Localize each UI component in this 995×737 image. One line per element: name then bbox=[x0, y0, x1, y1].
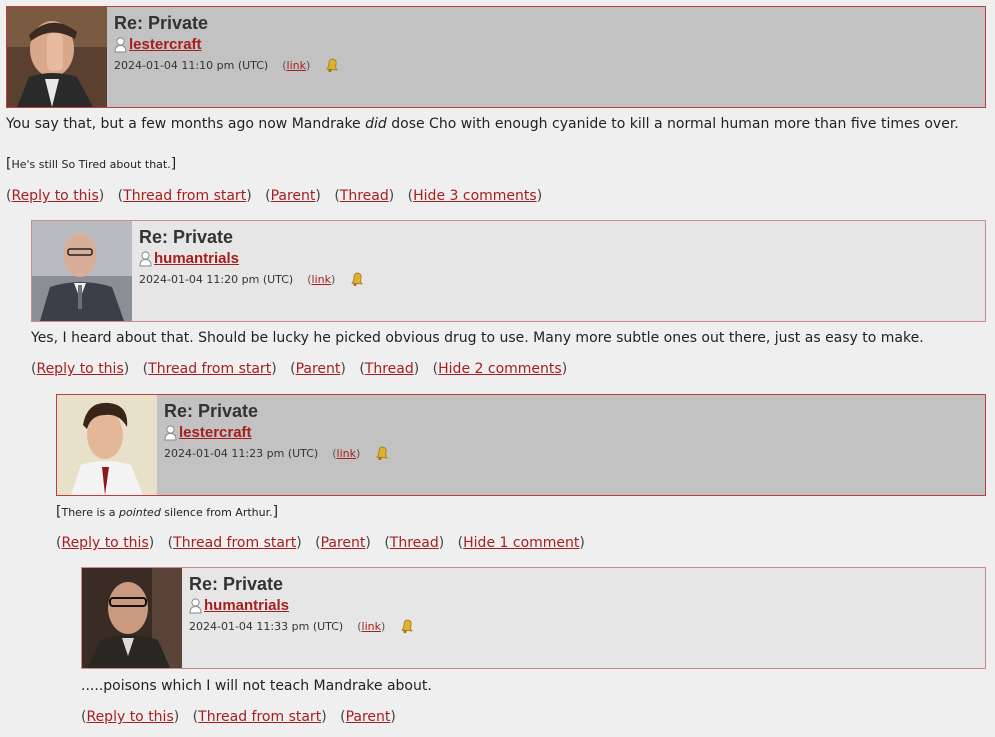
bell-icon[interactable] bbox=[374, 445, 390, 461]
comment-actions: (Reply to this) (Thread from start) (Par… bbox=[81, 709, 396, 725]
avatar[interactable] bbox=[7, 7, 107, 107]
thread-from-start-link[interactable]: Thread from start bbox=[198, 709, 321, 725]
permalink[interactable]: link bbox=[312, 273, 331, 286]
parent-link[interactable]: Parent bbox=[271, 188, 316, 204]
comment-actions: (Reply to this) (Thread from start) (Par… bbox=[6, 188, 543, 204]
thread-from-start-link[interactable]: Thread from start bbox=[148, 361, 271, 377]
avatar[interactable] bbox=[82, 568, 182, 668]
thread-from-start-link[interactable]: Thread from start bbox=[123, 188, 246, 204]
comment-header: Re: Private lestercraft 2024-01-04 11:10… bbox=[6, 6, 986, 108]
username-link[interactable]: humantrials bbox=[204, 597, 289, 614]
user-icon bbox=[114, 36, 127, 52]
permalink[interactable]: link bbox=[287, 59, 306, 72]
comment-date: 2024-01-04 11:23 pm (UTC) bbox=[164, 446, 319, 460]
thread-link[interactable]: Thread bbox=[390, 535, 439, 551]
thread-link[interactable]: Thread bbox=[365, 361, 414, 377]
comment-date: 2024-01-04 11:20 pm (UTC) bbox=[139, 272, 294, 286]
parent-link[interactable]: Parent bbox=[321, 535, 366, 551]
comment-subject: Re: Private bbox=[114, 13, 209, 33]
thread-link[interactable]: Thread bbox=[340, 188, 389, 204]
permalink[interactable]: link bbox=[362, 620, 381, 633]
comment-4: Re: Private humantrials 2024-01-04 11:33… bbox=[81, 567, 986, 669]
reply-link[interactable]: Reply to this bbox=[61, 535, 148, 551]
comment-3: Re: Private lestercraft 2024-01-04 11:23… bbox=[56, 394, 986, 496]
bell-icon[interactable] bbox=[324, 57, 340, 73]
thread-from-start-link[interactable]: Thread from start bbox=[173, 535, 296, 551]
user-icon bbox=[189, 597, 202, 613]
comment-body: You say that, but a few months ago now M… bbox=[6, 116, 959, 132]
comment-body: .....poisons which I will not teach Mand… bbox=[81, 678, 432, 694]
comment-note: [He's still So Tired about that.] bbox=[6, 156, 177, 172]
hide-comments-link[interactable]: Hide 2 comments bbox=[438, 361, 562, 377]
comment-subject: Re: Private bbox=[164, 401, 259, 421]
comment-actions: (Reply to this) (Thread from start) (Par… bbox=[31, 361, 568, 377]
reply-link[interactable]: Reply to this bbox=[11, 188, 98, 204]
user-icon bbox=[139, 250, 152, 266]
bell-icon[interactable] bbox=[399, 618, 415, 634]
comment-subject: Re: Private bbox=[189, 574, 284, 594]
hide-comments-link[interactable]: Hide 3 comments bbox=[413, 188, 537, 204]
hide-comments-link[interactable]: Hide 1 comment bbox=[463, 535, 579, 551]
parent-link[interactable]: Parent bbox=[296, 361, 341, 377]
comment-header: Re: Private lestercraft 2024-01-04 11:23… bbox=[56, 394, 986, 496]
comment-note: [There is a pointed silence from Arthur.… bbox=[56, 504, 279, 520]
comment-body: Yes, I heard about that. Should be lucky… bbox=[31, 330, 924, 346]
comment-header: Re: Private humantrials 2024-01-04 11:33… bbox=[81, 567, 986, 669]
comment-subject: Re: Private bbox=[139, 227, 234, 247]
comment-1: Re: Private lestercraft 2024-01-04 11:10… bbox=[6, 6, 986, 108]
parent-link[interactable]: Parent bbox=[346, 709, 391, 725]
permalink[interactable]: link bbox=[337, 447, 356, 460]
username-link[interactable]: lestercraft bbox=[179, 424, 252, 441]
comment-2: Re: Private humantrials 2024-01-04 11:20… bbox=[31, 220, 986, 322]
bell-icon[interactable] bbox=[349, 271, 365, 287]
comment-header: Re: Private humantrials 2024-01-04 11:20… bbox=[31, 220, 986, 322]
reply-link[interactable]: Reply to this bbox=[86, 709, 173, 725]
avatar[interactable] bbox=[32, 221, 132, 321]
comment-date: 2024-01-04 11:33 pm (UTC) bbox=[189, 619, 344, 633]
reply-link[interactable]: Reply to this bbox=[36, 361, 123, 377]
user-icon bbox=[164, 424, 177, 440]
username-link[interactable]: humantrials bbox=[154, 250, 239, 267]
avatar[interactable] bbox=[57, 395, 157, 495]
comment-date: 2024-01-04 11:10 pm (UTC) bbox=[114, 58, 269, 72]
comment-actions: (Reply to this) (Thread from start) (Par… bbox=[56, 535, 585, 551]
username-link[interactable]: lestercraft bbox=[129, 36, 202, 53]
